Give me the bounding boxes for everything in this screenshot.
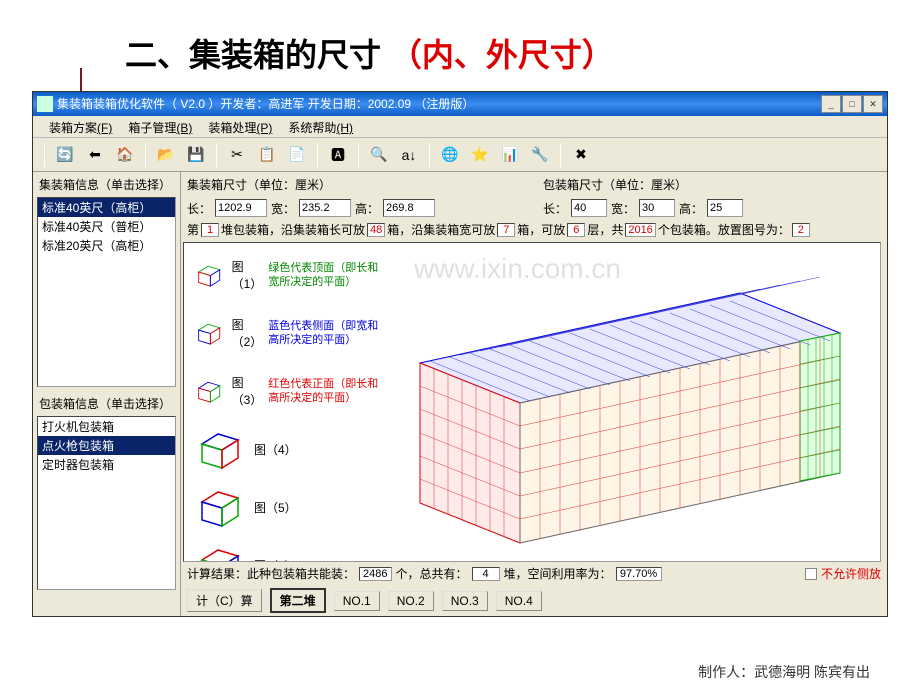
list-item[interactable]: 点火枪包装箱 xyxy=(38,436,175,455)
close-btn[interactable]: ✕ xyxy=(863,95,883,113)
container-length-input[interactable] xyxy=(215,199,267,217)
package-dims: 包装箱尺寸（单位：厘米） 长： 宽： 高： xyxy=(543,176,881,217)
minimize-btn[interactable]: _ xyxy=(821,95,841,113)
list-item[interactable]: 打火机包装箱 xyxy=(38,417,175,436)
cube-legend: 图（1） 绿色代表顶面（即长和宽所决定的平面） 图（2） 蓝色代表侧面（即宽和高… xyxy=(194,249,384,562)
star-icon[interactable]: ⭐ xyxy=(467,142,493,168)
toolbar: 🔄 ⬅ 🏠 📂 💾 ✂ 📋 📄 🅰 🔍 a↓ 🌐 ⭐ 📊 🔧 ✖ xyxy=(33,138,887,172)
tool-icon[interactable]: 🔧 xyxy=(527,142,553,168)
refresh-icon[interactable]: 🔄 xyxy=(52,142,78,168)
fig1-label: 图（1） xyxy=(232,258,263,292)
total-boxes: 2016 xyxy=(625,223,655,237)
save-icon[interactable]: 💾 xyxy=(183,142,209,168)
window-title: 集装箱装箱优化软件（ V2.0 ）开发者：高进军 开发日期：2002.09 （注… xyxy=(57,92,821,116)
workspace: 集装箱信息（单击选择） 标准40英尺（高柜） 标准40英尺（普柜） 标准20英尺… xyxy=(33,172,887,616)
dimensions-row: 集装箱尺寸（单位：厘米） 长： 宽： 高： 包装箱尺寸（单位：厘米） 长： 宽：… xyxy=(181,172,887,219)
title-main: 二、集装箱的尺寸 xyxy=(125,37,381,73)
list-item[interactable]: 标准20英尺（高柜） xyxy=(38,236,175,255)
no4-button[interactable]: NO.4 xyxy=(496,591,542,611)
app-window: 集装箱装箱优化软件（ V2.0 ）开发者：高进军 开发日期：2002.09 （注… xyxy=(32,91,888,617)
package-width-input[interactable] xyxy=(639,199,675,217)
green-legend: 绿色代表顶面（即长和宽所决定的平面） xyxy=(268,261,384,290)
container-height-input[interactable] xyxy=(383,199,435,217)
container-width-input[interactable] xyxy=(299,199,351,217)
package-height-input[interactable] xyxy=(707,199,743,217)
layers: 6 xyxy=(567,223,585,237)
sort-icon[interactable]: a↓ xyxy=(396,142,422,168)
menubar: 装箱方案(F) 箱子管理(B) 装箱处理(P) 系统帮助(H) xyxy=(33,116,887,138)
list-item[interactable]: 标准40英尺（普柜） xyxy=(38,217,175,236)
no-side-label: 不允许侧放 xyxy=(821,565,881,582)
page-title: 二、集装箱的尺寸 （内、外尺寸） xyxy=(125,30,920,76)
along-width: 7 xyxy=(497,223,515,237)
blue-legend: 蓝色代表侧面（即宽和高所决定的平面） xyxy=(268,319,384,348)
app-icon xyxy=(37,96,53,112)
fig5-label: 图（5） xyxy=(254,499,297,516)
cube-fig2-icon xyxy=(194,308,226,358)
chart-icon[interactable]: 📊 xyxy=(497,142,523,168)
result-heaps: 4 xyxy=(472,567,500,581)
home-icon[interactable]: 🏠 xyxy=(112,142,138,168)
results-line: 计算结果：此种包装箱共能装： 2486 个，总共有： 4 堆，空间利用率为： 9… xyxy=(181,562,887,585)
list-item[interactable]: 定时器包装箱 xyxy=(38,455,175,474)
bottom-buttons: 计（C）算 第二堆 NO.1 NO.2 NO.3 NO.4 xyxy=(181,585,887,616)
container-dims-title: 集装箱尺寸（单位：厘米） xyxy=(187,176,527,195)
package-dims-title: 包装箱尺寸（单位：厘米） xyxy=(543,176,881,195)
back-icon[interactable]: ⬅ xyxy=(82,142,108,168)
copy-icon[interactable]: 📋 xyxy=(254,142,280,168)
open-icon[interactable]: 📂 xyxy=(153,142,179,168)
maximize-btn[interactable]: □ xyxy=(842,95,862,113)
fig6-label: 图（6） xyxy=(254,557,297,563)
fig4-label: 图（4） xyxy=(254,441,297,458)
fig3-label: 图（3） xyxy=(232,374,263,408)
globe-icon[interactable]: 🌐 xyxy=(437,142,463,168)
cube-fig4-icon xyxy=(194,424,248,474)
heap-number: 1 xyxy=(201,223,219,237)
cut-icon[interactable]: ✂ xyxy=(224,142,250,168)
search-icon[interactable]: 🔍 xyxy=(366,142,392,168)
cube-fig5-icon xyxy=(194,482,248,532)
canvas-area: www.ixin.com.cn 图（1） 绿色代表顶面（即长和宽所决定的平面） xyxy=(183,242,881,562)
list-item[interactable]: 标准40英尺（高柜） xyxy=(38,198,175,217)
menu-box[interactable]: 箱子管理(B) xyxy=(120,116,200,137)
delete-icon[interactable]: ✖ xyxy=(568,142,594,168)
container-3d-view xyxy=(370,273,860,562)
along-length: 48 xyxy=(367,223,385,237)
container-dims: 集装箱尺寸（单位：厘米） 长： 宽： 高： xyxy=(187,176,527,217)
menu-process[interactable]: 装箱处理(P) xyxy=(200,116,280,137)
font-icon[interactable]: 🅰 xyxy=(325,142,351,168)
calc-button[interactable]: 计（C）算 xyxy=(187,589,262,612)
menu-help[interactable]: 系统帮助(H) xyxy=(280,116,361,137)
cube-fig3-icon xyxy=(194,366,226,416)
package-info-header: 包装箱信息（单击选择） xyxy=(33,391,180,416)
result-boxes: 2486 xyxy=(359,567,391,581)
no3-button[interactable]: NO.3 xyxy=(442,591,488,611)
container-info-header: 集装箱信息（单击选择） xyxy=(33,172,180,197)
footer-credits: 制作人：武德海明 陈宾有出 xyxy=(698,662,870,682)
menu-plan[interactable]: 装箱方案(F) xyxy=(41,116,120,137)
titlebar: 集装箱装箱优化软件（ V2.0 ）开发者：高进军 开发日期：2002.09 （注… xyxy=(33,92,887,116)
red-legend: 红色代表正面（即长和高所决定的平面） xyxy=(268,377,384,406)
right-area: 集装箱尺寸（单位：厘米） 长： 宽： 高： 包装箱尺寸（单位：厘米） 长： 宽：… xyxy=(181,172,887,616)
cube-fig6-icon xyxy=(194,540,248,562)
left-panel: 集装箱信息（单击选择） 标准40英尺（高柜） 标准40英尺（普柜） 标准20英尺… xyxy=(33,172,181,616)
result-utilization: 97.70% xyxy=(616,567,662,581)
container-listbox[interactable]: 标准40英尺（高柜） 标准40英尺（普柜） 标准20英尺（高柜） xyxy=(37,197,176,387)
package-listbox[interactable]: 打火机包装箱 点火枪包装箱 定时器包装箱 xyxy=(37,416,176,590)
status-line: 第 1 堆包装箱，沿集装箱长可放 48 箱，沿集装箱宽可放 7 箱，可放 6 层… xyxy=(181,219,887,240)
no-side-checkbox[interactable] xyxy=(805,568,817,580)
window-controls: _ □ ✕ xyxy=(821,95,883,113)
slide-title: 二、集装箱的尺寸 （内、外尺寸） xyxy=(0,0,920,91)
package-length-input[interactable] xyxy=(571,199,607,217)
title-sub: （内、外尺寸） xyxy=(390,37,614,73)
heap2-button[interactable]: 第二堆 xyxy=(270,588,326,613)
cube-fig1-icon xyxy=(194,250,226,300)
paste-icon[interactable]: 📄 xyxy=(284,142,310,168)
no1-button[interactable]: NO.1 xyxy=(334,591,380,611)
no2-button[interactable]: NO.2 xyxy=(388,591,434,611)
fig2-label: 图（2） xyxy=(232,316,263,350)
figure-number: 2 xyxy=(792,223,810,237)
